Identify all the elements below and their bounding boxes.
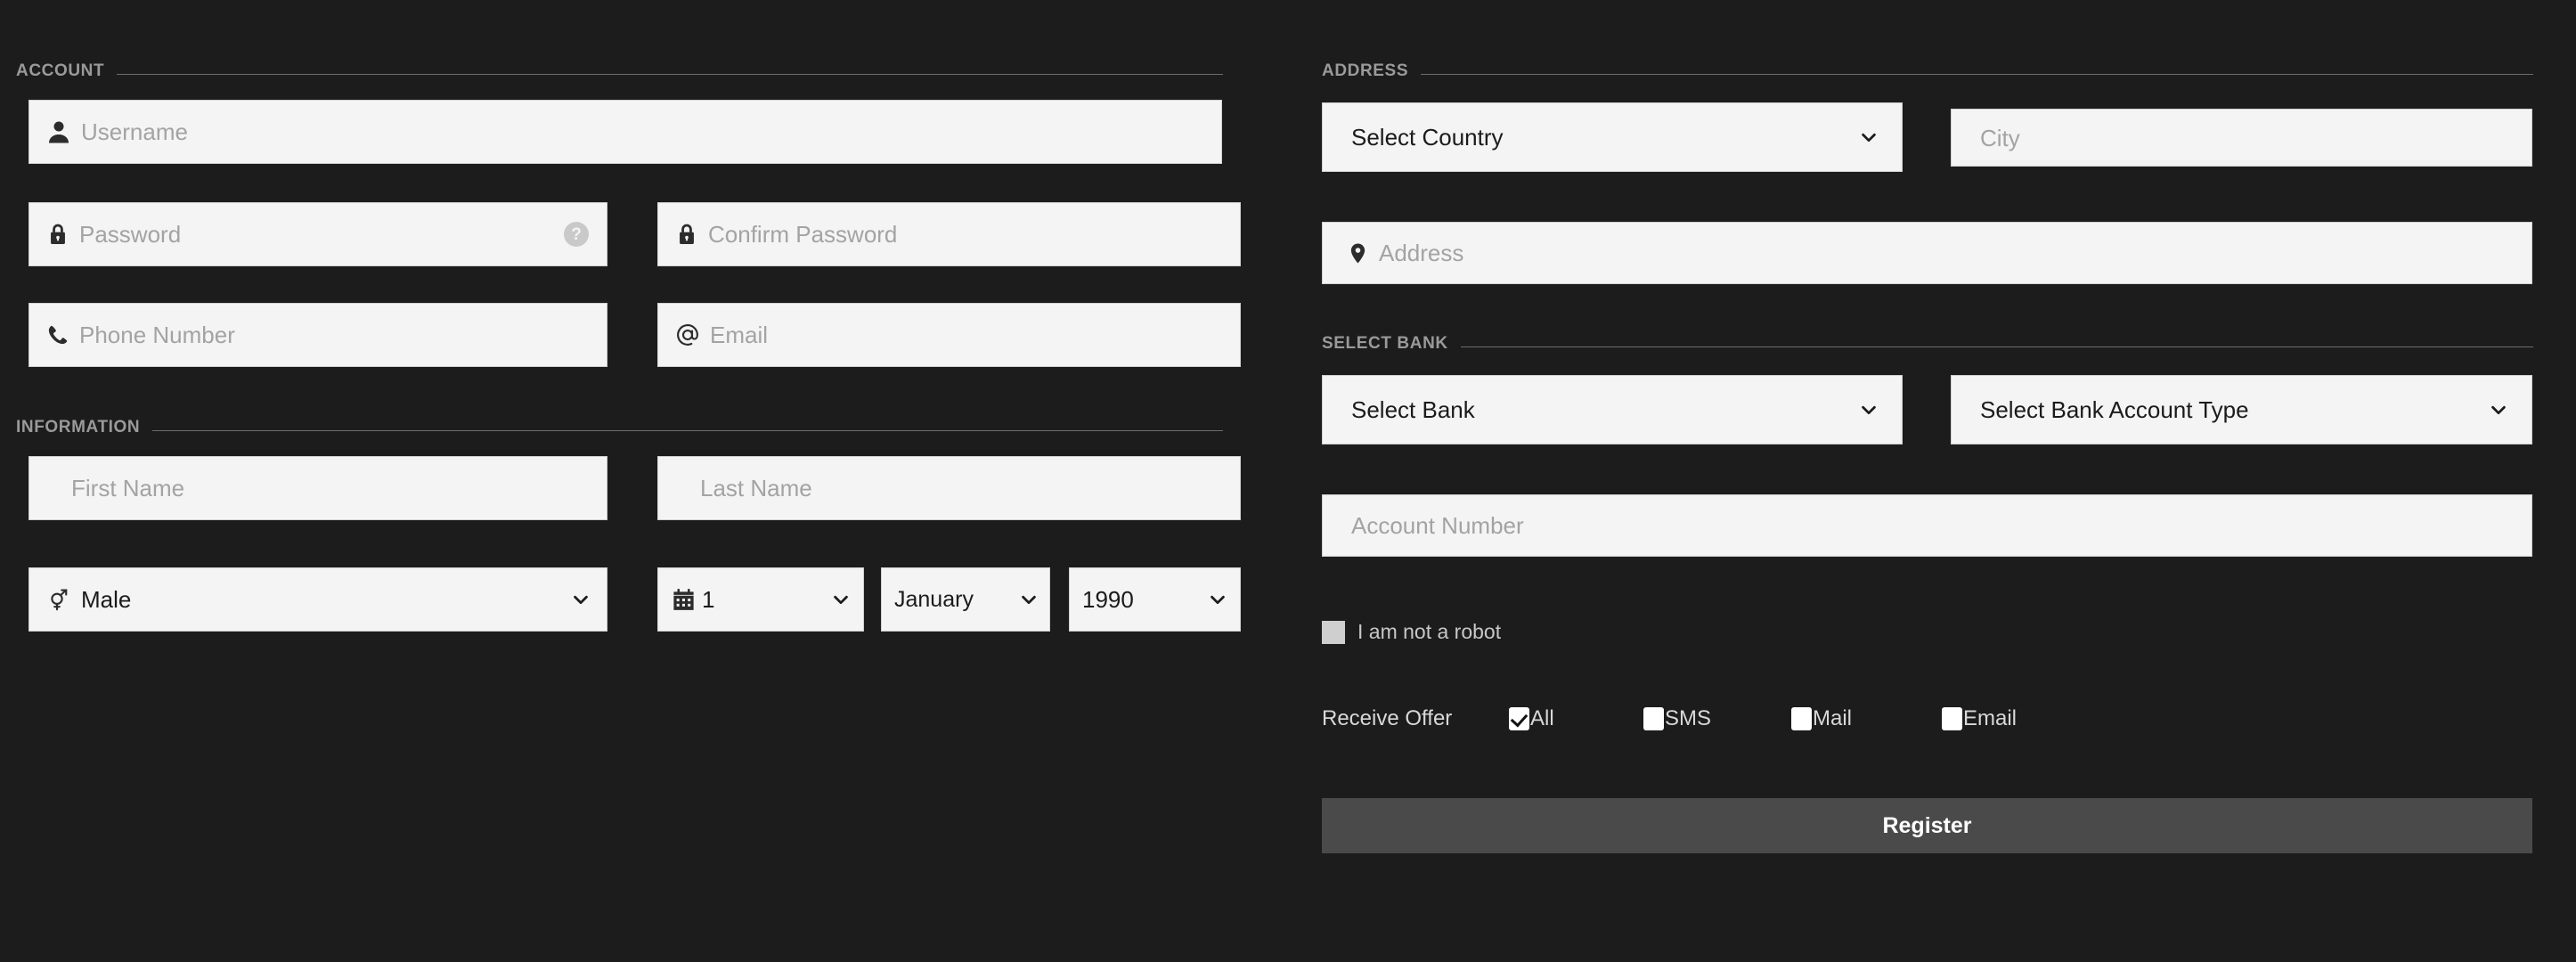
user-icon (45, 118, 72, 145)
captcha-checkbox[interactable] (1322, 620, 1345, 644)
at-icon (674, 322, 701, 348)
offer-option-mail[interactable]: Mail (1791, 706, 1852, 731)
offer-checkbox-sms[interactable] (1643, 707, 1664, 730)
chevron-down-icon (2489, 400, 2508, 420)
city-field[interactable]: City (1951, 109, 2532, 167)
birth-day-select[interactable]: 1 (657, 567, 864, 632)
section-header-select-bank: SELECT BANK (1322, 334, 2533, 353)
birth-year-select[interactable]: 1990 (1069, 567, 1241, 632)
account-number-field[interactable]: Account Number (1322, 494, 2532, 557)
phone-number-placeholder: Phone Number (79, 322, 235, 348)
confirm-password-field[interactable]: Confirm Password (657, 202, 1241, 266)
offer-checkbox-mail[interactable] (1791, 707, 1812, 730)
account-number-placeholder: Account Number (1351, 512, 1524, 539)
username-field[interactable]: Username (29, 100, 1222, 164)
first-name-placeholder: First Name (71, 475, 185, 501)
country-value: Select Country (1351, 124, 1504, 151)
confirm-password-placeholder: Confirm Password (708, 221, 898, 248)
bank-account-type-select[interactable]: Select Bank Account Type (1951, 375, 2532, 444)
section-header-information: INFORMATION (16, 418, 1223, 436)
chevron-down-icon (571, 590, 591, 609)
section-label-select-bank: SELECT BANK (1322, 334, 1448, 353)
username-placeholder: Username (81, 118, 188, 145)
last-name-field[interactable]: Last Name (657, 456, 1241, 520)
register-button-label: Register (1882, 812, 1972, 838)
offer-label-mail: Mail (1813, 706, 1853, 730)
section-label-account: ACCOUNT (16, 61, 105, 80)
offer-checkbox-email[interactable] (1942, 707, 1962, 730)
last-name-placeholder: Last Name (700, 475, 812, 501)
offer-option-sms[interactable]: SMS (1643, 706, 1711, 731)
receive-offer-row: Receive Offer All SMS Mail Email (1322, 704, 2533, 734)
gender-value: Male (81, 586, 132, 613)
bank-value: Select Bank (1351, 396, 1475, 423)
offer-label-all: All (1530, 706, 1554, 730)
offer-checkbox-all[interactable] (1509, 707, 1529, 730)
section-divider-select-bank (1460, 346, 2533, 347)
birth-month-select[interactable]: January (881, 567, 1050, 632)
city-placeholder: City (1980, 124, 2020, 151)
section-divider-account (117, 73, 1223, 75)
section-divider-address (1421, 73, 2533, 75)
chevron-down-icon (831, 590, 851, 609)
gender-select[interactable]: Male (29, 567, 607, 632)
calendar-icon (671, 587, 697, 613)
country-select[interactable]: Select Country (1322, 102, 1903, 172)
section-label-address: ADDRESS (1322, 61, 1409, 80)
registration-form: ACCOUNT Username Password ? Confirm Pass… (0, 0, 2576, 962)
map-pin-icon (1346, 241, 1370, 265)
offer-label-email: Email (1963, 706, 2018, 730)
password-field[interactable]: Password ? (29, 202, 607, 266)
offer-option-all[interactable]: All (1509, 706, 1554, 731)
captcha-label: I am not a robot (1357, 620, 1502, 643)
chevron-down-icon (1208, 590, 1227, 609)
street-address-field[interactable]: Address (1322, 222, 2532, 284)
password-placeholder: Password (79, 221, 182, 248)
email-field[interactable]: Email (657, 303, 1241, 367)
receive-offer-caption: Receive Offer (1322, 706, 1453, 730)
birth-day-value: 1 (702, 586, 715, 613)
birth-year-value: 1990 (1082, 586, 1134, 613)
lock-icon (674, 222, 699, 247)
phone-number-field[interactable]: Phone Number (29, 303, 607, 367)
gender-icon (45, 586, 72, 613)
email-placeholder: Email (710, 322, 769, 348)
bank-account-type-value: Select Bank Account Type (1980, 396, 2249, 423)
chevron-down-icon (1019, 590, 1039, 609)
chevron-down-icon (1859, 400, 1879, 420)
register-button[interactable]: Register (1322, 798, 2532, 853)
section-header-account: ACCOUNT (16, 61, 1223, 80)
street-address-placeholder: Address (1379, 240, 1464, 266)
section-label-information: INFORMATION (16, 418, 141, 436)
offer-option-email[interactable]: Email (1942, 706, 2017, 731)
lock-icon (45, 222, 70, 247)
first-name-field[interactable]: First Name (29, 456, 607, 520)
offer-label-sms: SMS (1665, 706, 1712, 730)
section-divider-information (152, 429, 1223, 431)
section-header-address: ADDRESS (1322, 61, 2533, 80)
chevron-down-icon (1859, 127, 1879, 147)
password-help-icon[interactable]: ? (564, 222, 589, 247)
captcha-row[interactable]: I am not a robot (1322, 620, 1501, 644)
bank-select[interactable]: Select Bank (1322, 375, 1903, 444)
birth-month-value: January (894, 586, 974, 612)
phone-icon (45, 322, 70, 347)
